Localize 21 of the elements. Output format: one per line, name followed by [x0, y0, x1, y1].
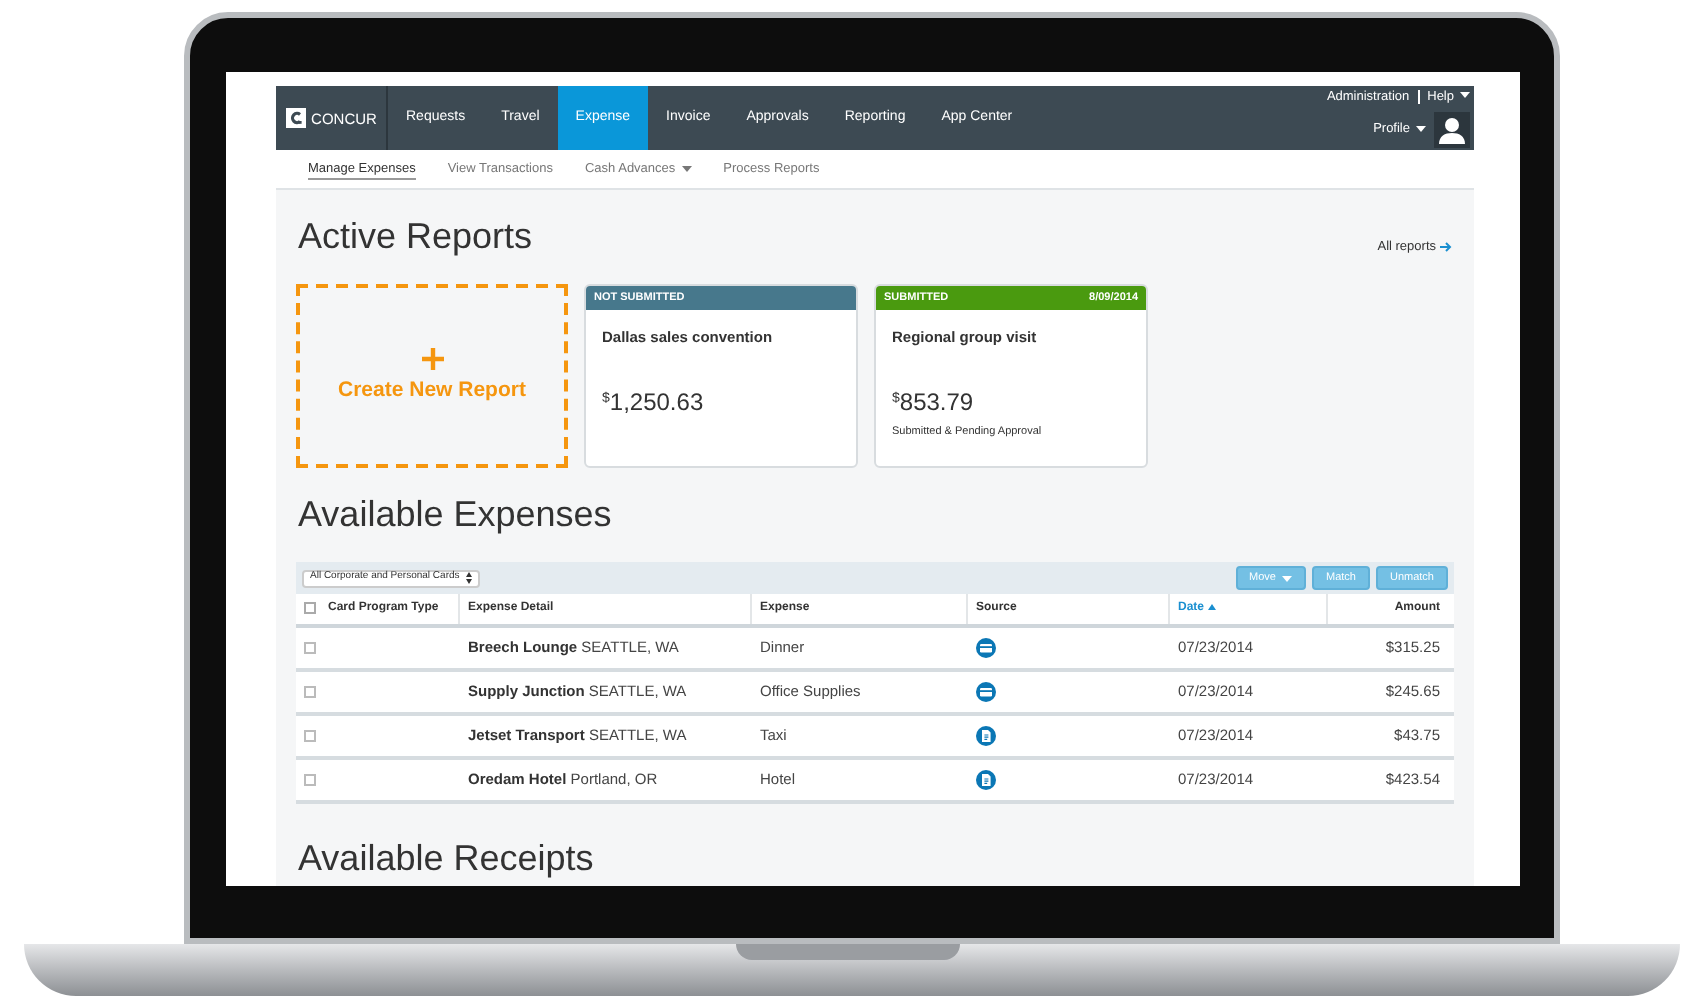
section-title: Available Receipts — [296, 836, 596, 883]
receipt-icon — [976, 770, 996, 791]
section-title: Active Reports — [298, 214, 533, 261]
checkbox[interactable] — [304, 686, 316, 699]
section-title: Available Expenses — [296, 492, 614, 539]
plus-icon — [421, 347, 443, 370]
checkbox[interactable] — [304, 730, 316, 743]
logo-icon — [285, 108, 306, 129]
checkbox[interactable] — [304, 774, 316, 787]
credit-card-icon — [976, 681, 996, 702]
report-amount: $^{$}$1,250.63 — [600, 385, 706, 420]
caret-icon — [1416, 125, 1426, 132]
report-amount: $^{$}$853.79 — [890, 385, 976, 420]
credit-card-icon — [976, 637, 996, 658]
updown-icon — [465, 572, 472, 585]
sort-icon — [1208, 603, 1217, 610]
avatar-icon[interactable] — [1434, 112, 1470, 148]
checkbox[interactable] — [304, 602, 316, 615]
checkbox[interactable] — [304, 642, 316, 655]
receipt-icon — [976, 726, 996, 746]
arrow-right-icon — [1440, 242, 1452, 253]
